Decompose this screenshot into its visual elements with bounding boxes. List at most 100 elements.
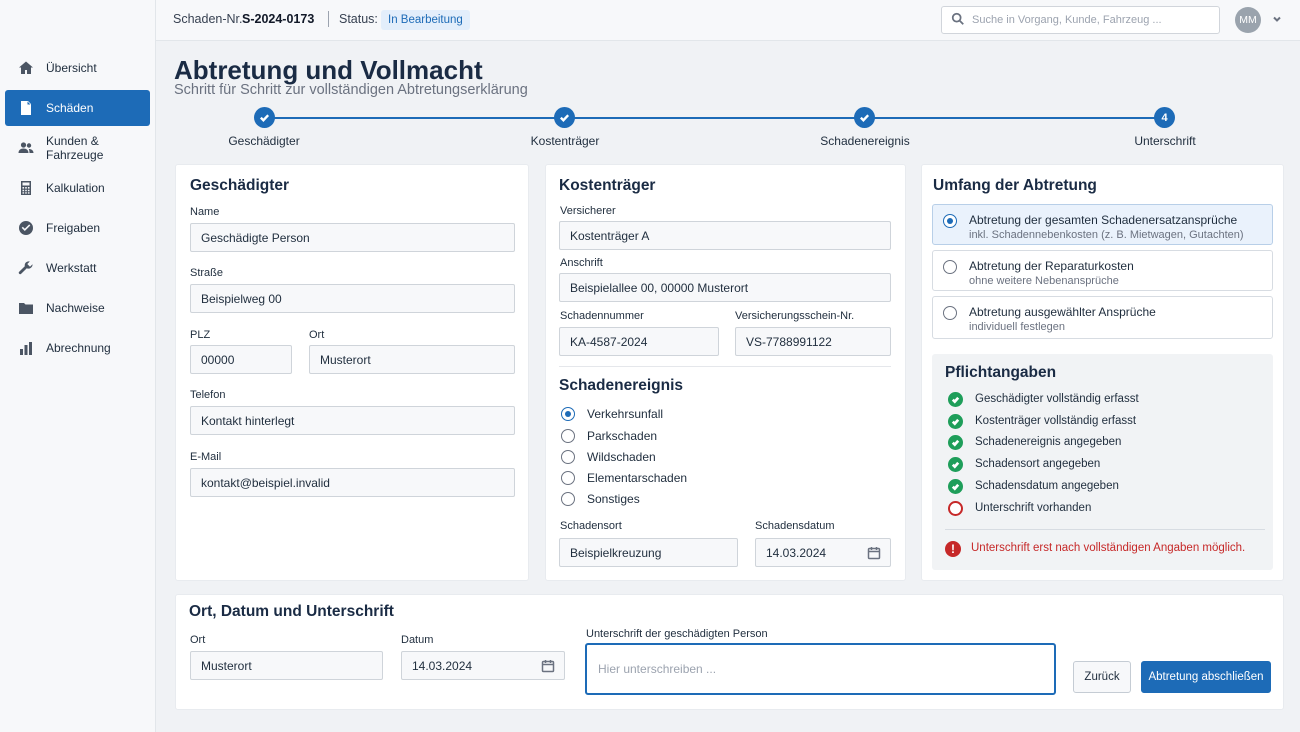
city-label: Ort <box>309 329 325 341</box>
name-field[interactable]: Geschädigte Person <box>190 223 515 252</box>
radio-label: Parkschaden <box>587 429 658 443</box>
place-label: Ort <box>190 634 206 646</box>
section-heading-event: Schadenereignis <box>559 377 684 394</box>
section-heading-signature: Ort, Datum und Unterschrift <box>189 603 394 620</box>
radio-scope-full[interactable] <box>943 214 957 228</box>
email-label: E-Mail <box>190 451 222 463</box>
check-icon <box>948 392 963 407</box>
place-field[interactable]: Musterort <box>190 651 383 680</box>
divider <box>945 529 1265 530</box>
search-input[interactable] <box>972 14 1192 26</box>
insurer-label: Versicherer <box>560 205 616 217</box>
radio-scope-repair[interactable] <box>943 260 957 274</box>
section-heading-payer: Kostenträger <box>559 177 656 194</box>
signature-label: Unterschrift der geschädigten Person <box>586 628 768 640</box>
address-field[interactable]: Beispielallee 00, 00000 Musterort <box>559 273 891 302</box>
scope-option-repair[interactable]: Abtretung der Reparaturkosten ohne weite… <box>932 250 1273 291</box>
sidebar-item-label: Übersicht <box>46 61 97 75</box>
event-date-field[interactable]: 14.03.2024 <box>755 538 891 567</box>
step-1-check-icon[interactable] <box>254 107 275 128</box>
step-label-unterschrift: Unterschrift <box>1134 134 1196 148</box>
scope-option-full[interactable]: Abtretung der gesamten Schadenersatzansp… <box>932 204 1273 245</box>
event-date-value: 14.03.2024 <box>766 545 827 560</box>
top-bar: Schaden-Nr. S-2024-0173 Status: In Bearb… <box>156 0 1300 41</box>
search-icon <box>951 12 965 29</box>
claimno-label: Schadennummer <box>560 310 644 322</box>
check-icon <box>948 457 963 472</box>
sidebar-item-kalkulation[interactable]: Kalkulation <box>5 170 150 206</box>
sidebar-item-freigaben[interactable]: Freigaben <box>5 210 150 246</box>
location-field[interactable]: Beispielkreuzung <box>559 538 738 567</box>
zip-field[interactable]: 00000 <box>190 345 292 374</box>
date-label: Datum <box>401 634 434 646</box>
missing-icon <box>948 501 963 516</box>
radio-label: Sonstiges <box>587 492 640 506</box>
phone-label: Telefon <box>190 389 226 401</box>
sidebar-item-werkstatt[interactable]: Werkstatt <box>5 250 150 286</box>
option-title: Abtretung der gesamten Schadenersatzansp… <box>969 213 1238 227</box>
radio-scope-selected[interactable] <box>943 306 957 320</box>
street-label: Straße <box>190 267 224 279</box>
radio-sonstiges[interactable] <box>561 492 575 506</box>
status-label: Status: <box>339 12 378 26</box>
calendar-icon[interactable] <box>541 659 555 673</box>
sidebar-item-uebersicht[interactable]: Übersicht <box>5 50 150 86</box>
document-icon <box>18 100 34 116</box>
claimno-field[interactable]: KA-4587-2024 <box>559 327 719 356</box>
sidebar-item-schaeden[interactable]: Schäden <box>5 90 150 126</box>
divider <box>328 11 329 27</box>
sidebar: Übersicht Schäden Kunden & Fahrzeuge Kal… <box>0 0 156 732</box>
signature-pad[interactable]: Hier unterschreiben ... <box>585 643 1056 695</box>
search-box[interactable] <box>941 6 1220 34</box>
sidebar-item-label: Werkstatt <box>46 261 97 275</box>
sidebar-item-label: Kalkulation <box>46 181 105 195</box>
date-field[interactable]: 14.03.2024 <box>401 651 565 680</box>
email-field[interactable]: kontakt@beispiel.invalid <box>190 468 515 497</box>
insurer-field[interactable]: Kostenträger A <box>559 221 891 250</box>
address-label: Anschrift <box>560 257 603 269</box>
name-label: Name <box>190 206 220 218</box>
step-3-check-icon[interactable] <box>854 107 875 128</box>
sidebar-item-nachweise[interactable]: Nachweise <box>5 290 150 326</box>
wrench-icon <box>18 260 34 276</box>
step-2-check-icon[interactable] <box>554 107 575 128</box>
policy-field[interactable]: VS-7788991122 <box>735 327 891 356</box>
section-heading-required: Pflichtangaben <box>945 364 1057 381</box>
radio-elementarschaden[interactable] <box>561 471 575 485</box>
claim-number-label: Schaden-Nr. <box>173 12 243 26</box>
city-field[interactable]: Musterort <box>309 345 515 374</box>
stepper-line <box>264 117 1165 119</box>
claim-number: S-2024-0173 <box>242 12 315 26</box>
avatar[interactable]: MM <box>1235 7 1261 33</box>
sidebar-item-label: Abrechnung <box>46 341 111 355</box>
sidebar-item-abrechnung[interactable]: Abrechnung <box>5 330 150 366</box>
sidebar-item-kunden[interactable]: Kunden & Fahrzeuge <box>5 130 150 166</box>
radio-wildschaden[interactable] <box>561 450 575 464</box>
check-icon <box>948 414 963 429</box>
page-subtitle: Schritt für Schritt zur vollständigen Ab… <box>174 82 528 98</box>
folder-icon <box>18 300 34 316</box>
radio-verkehrsunfall[interactable] <box>561 407 575 421</box>
home-icon <box>18 60 34 76</box>
date-value: 14.03.2024 <box>412 658 473 673</box>
error-icon: ! <box>945 541 961 557</box>
back-button[interactable]: Zurück <box>1073 661 1131 693</box>
chevron-down-icon[interactable] <box>1272 13 1282 23</box>
phone-field[interactable]: Kontakt hinterlegt <box>190 406 515 435</box>
required-item: Geschädigter vollständig erfasst <box>975 393 1139 405</box>
sidebar-item-label: Nachweise <box>46 301 105 315</box>
radio-label: Wildschaden <box>587 450 656 464</box>
step-4-number[interactable]: 4 <box>1154 107 1175 128</box>
step-label-kostentraeger: Kostenträger <box>530 134 600 148</box>
step-label-schadenereignis: Schadenereignis <box>820 134 910 148</box>
location-label: Schadensort <box>560 520 622 532</box>
scope-option-selected[interactable]: Abtretung ausgewählter Ansprüche individ… <box>932 296 1273 339</box>
finish-button[interactable]: Abtretung abschließen <box>1141 661 1271 693</box>
option-subtitle: ohne weitere Nebenansprüche <box>969 275 1119 287</box>
option-subtitle: individuell festlegen <box>969 321 1066 333</box>
radio-parkschaden[interactable] <box>561 429 575 443</box>
calendar-icon[interactable] <box>867 546 881 560</box>
street-field[interactable]: Beispielweg 00 <box>190 284 515 313</box>
warning-text: Unterschrift erst nach vollständigen Ang… <box>971 542 1246 554</box>
check-circle-icon <box>18 220 34 236</box>
